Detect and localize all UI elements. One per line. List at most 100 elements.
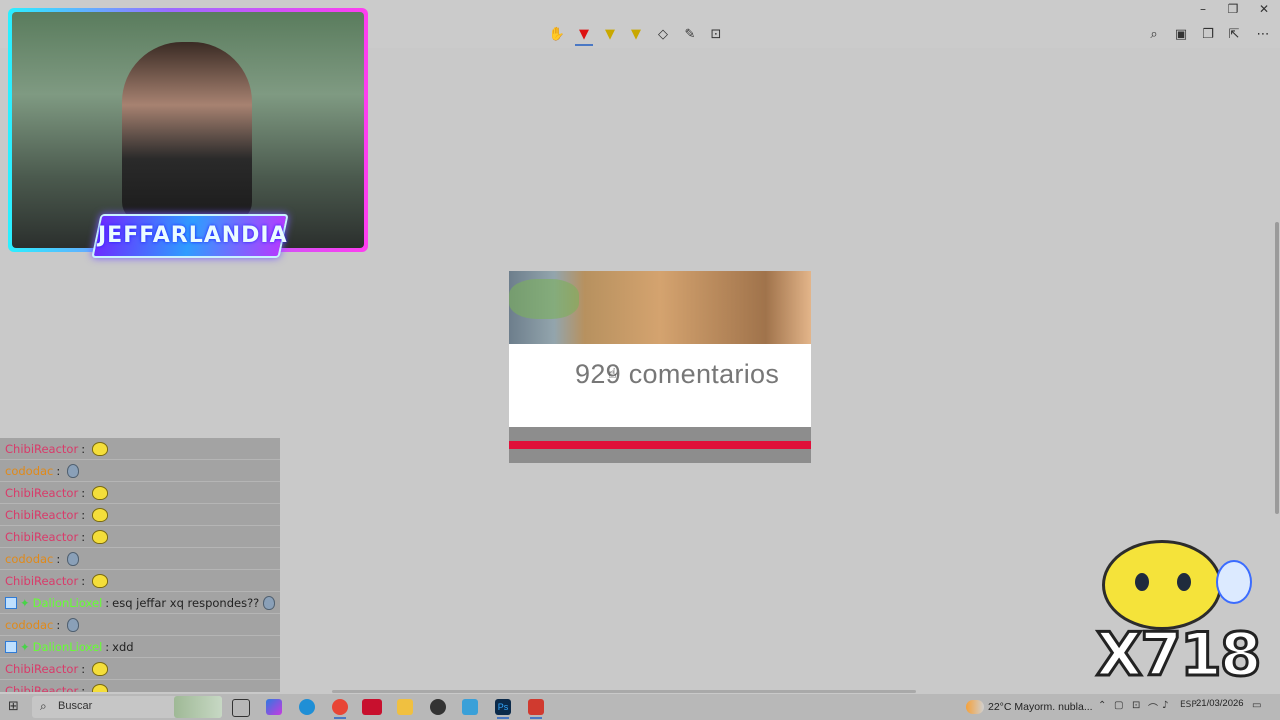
chat-username: ChibiReactor <box>5 683 79 693</box>
brand-text: JEFFARLANDIA <box>98 223 288 248</box>
chat-message: cododac: <box>0 614 280 636</box>
clock-date: 21/03/2026 <box>1196 698 1244 709</box>
combo-counter: X718 <box>1095 619 1264 692</box>
copy-icon[interactable]: ❐ <box>1199 26 1217 44</box>
chat-username: cododac <box>5 551 54 566</box>
mascot-head <box>1102 540 1222 630</box>
chat-message: ChibiReactor: <box>0 680 280 692</box>
eraser-icon[interactable]: ◇ <box>654 26 672 44</box>
chat-message: cododac: <box>0 460 280 482</box>
taskbar: ⊞ ⌕ Buscar Ps 22°C Mayorm. nubla... ⌃ ▢ … <box>0 694 1280 720</box>
streamer-video <box>122 42 252 222</box>
chat-separator: : <box>56 617 61 632</box>
chat-separator: : <box>81 485 86 500</box>
vertical-scrollbar[interactable] <box>1275 222 1279 514</box>
hand-cursor-icon: ☝ <box>608 366 617 382</box>
chat-username: cododac <box>5 463 54 478</box>
chat-message: ChibiReactor: <box>0 570 280 592</box>
wifi-icon[interactable]: ⌒ <box>1148 700 1158 715</box>
highlighter-alt-icon[interactable]: ▼ <box>627 26 645 44</box>
notepad-icon[interactable] <box>462 699 478 715</box>
photoshop-icon[interactable]: Ps <box>495 699 511 719</box>
chat-separator: : <box>81 573 86 588</box>
clock[interactable]: 21/03/2026 <box>1196 698 1244 709</box>
emote-icon <box>67 617 80 632</box>
brand-plate: JEFFARLANDIA <box>91 214 289 258</box>
chat-message: ChibiReactor: <box>0 482 280 504</box>
active-tool-indicator <box>575 44 593 46</box>
chat-overlay: ChibiReactor: cododac: ChibiReactor: ChibiR… <box>0 438 280 692</box>
chat-message: ChibiReactor: <box>0 658 280 680</box>
touch-write-icon[interactable]: ✋ <box>548 26 566 44</box>
ballpoint-pen-icon[interactable]: ▼ <box>575 26 593 44</box>
chat-message: ChibiReactor: <box>0 438 280 460</box>
opera-icon[interactable] <box>362 699 382 715</box>
chat-separator: : <box>81 661 86 676</box>
chat-badge-icon <box>5 596 17 609</box>
search-icon: ⌕ <box>40 699 47 713</box>
displayed-image: 929 comentarios <box>509 271 811 463</box>
chat-username: ChibiReactor <box>5 441 79 456</box>
close-icon[interactable]: ✕ <box>1253 2 1275 18</box>
edge-icon[interactable] <box>299 699 315 715</box>
share-icon[interactable]: ⇱ <box>1225 26 1243 44</box>
ruler-icon[interactable]: ✎ <box>681 26 699 44</box>
chat-separator: : <box>56 551 61 566</box>
crop-icon[interactable]: ⊡ <box>707 26 725 44</box>
comments-count: 929 comentarios <box>575 359 780 389</box>
chat-separator: : <box>105 595 110 610</box>
save-icon[interactable]: ▣ <box>1172 26 1190 44</box>
tray-icon[interactable]: ▢ <box>1114 700 1123 711</box>
task-view-icon[interactable] <box>232 699 250 717</box>
weather-text[interactable]: 22°C Mayorm. nubla... <box>988 701 1093 713</box>
chat-username: ChibiReactor <box>5 661 79 676</box>
chat-star-icon: ✦ <box>20 595 30 610</box>
tray-chevron-icon[interactable]: ⌃ <box>1098 700 1106 711</box>
chrome-icon[interactable] <box>332 699 348 719</box>
chat-username: DalionLioxel <box>32 639 103 654</box>
bee-mascot <box>1098 530 1252 630</box>
chat-text: esq jeffar xq respondes?? <box>112 595 260 610</box>
weather-icon[interactable] <box>966 700 984 714</box>
volume-icon[interactable]: ♪ <box>1162 700 1168 711</box>
taskbar-search[interactable]: ⌕ Buscar <box>32 696 222 718</box>
copilot-icon[interactable] <box>266 699 282 715</box>
chat-username: ChibiReactor <box>5 529 79 544</box>
zoom-icon[interactable]: ⌕ <box>1145 26 1163 44</box>
chat-separator: : <box>81 507 86 522</box>
more-icon[interactable]: ⋯ <box>1254 26 1272 44</box>
horizontal-scrollbar[interactable] <box>332 690 916 693</box>
chat-username: ChibiReactor <box>5 507 79 522</box>
notifications-icon[interactable]: ▭ <box>1252 700 1261 711</box>
language-indicator[interactable]: ESP <box>1180 700 1197 710</box>
chat-text: xdd <box>112 639 134 654</box>
search-label: Buscar <box>58 700 93 712</box>
smiley-emote-icon <box>92 507 109 522</box>
network-icon[interactable]: ⊡ <box>1132 700 1140 711</box>
restore-icon[interactable]: ❐ <box>1222 2 1244 18</box>
chat-username: cododac <box>5 617 54 632</box>
chat-separator: : <box>105 639 110 654</box>
smiley-emote-icon <box>92 485 109 500</box>
mascot-wing <box>1216 560 1252 604</box>
video-thumbnail <box>509 271 811 344</box>
search-highlight-art <box>174 696 222 718</box>
chat-separator: : <box>81 683 86 693</box>
chat-message: ✦ DalionLioxel: esq jeffar xq respondes?? <box>0 592 280 614</box>
chat-star-icon: ✦ <box>20 639 30 654</box>
thumbnail-blob <box>509 279 579 319</box>
windows-start-icon[interactable]: ⊞ <box>8 700 22 714</box>
chat-message: cododac: <box>0 548 280 570</box>
snipping-tool-icon[interactable] <box>528 699 544 719</box>
mascot-eye <box>1135 573 1149 591</box>
chat-separator: : <box>56 463 61 478</box>
mascot-eye <box>1177 573 1191 591</box>
chat-message: ✦ DalionLioxel: xdd <box>0 636 280 658</box>
chat-message: ChibiReactor: <box>0 504 280 526</box>
chat-username: DalionLioxel <box>32 595 103 610</box>
chat-username: ChibiReactor <box>5 573 79 588</box>
obs-icon[interactable] <box>430 699 446 715</box>
file-explorer-icon[interactable] <box>397 699 413 715</box>
minimize-icon[interactable]: – <box>1192 2 1214 18</box>
highlighter-icon[interactable]: ▼ <box>601 26 619 44</box>
